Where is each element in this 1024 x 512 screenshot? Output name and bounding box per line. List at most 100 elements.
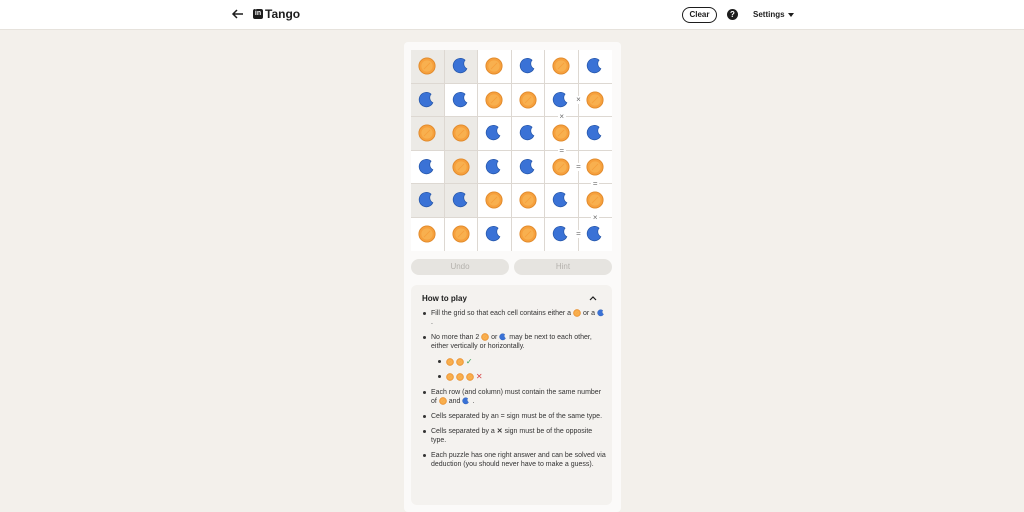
grid-cell[interactable] <box>411 150 445 184</box>
moon-icon <box>552 225 570 243</box>
sun-icon <box>438 397 447 405</box>
moon-icon <box>519 158 537 176</box>
how-to-play-title: How to play <box>422 294 467 303</box>
hint-button[interactable]: Hint <box>514 259 612 275</box>
grid-cell[interactable] <box>579 218 613 252</box>
sun-icon <box>418 57 436 75</box>
grid-cell[interactable] <box>511 50 545 84</box>
sun-icon <box>552 57 570 75</box>
sun-icon <box>485 91 503 109</box>
moon-icon <box>552 91 570 109</box>
grid-cell[interactable] <box>411 217 445 251</box>
check-icon: ✓ <box>465 357 473 366</box>
rules-list: Fill the grid so that each cell contains… <box>422 309 607 475</box>
moon-icon <box>485 225 503 243</box>
grid-cell[interactable] <box>545 217 579 251</box>
caret-down-icon <box>787 12 794 17</box>
grid-cell[interactable] <box>444 50 478 84</box>
rule-text: Each puzzle has one right answer and can… <box>431 452 606 468</box>
grid-cell[interactable] <box>411 83 445 117</box>
sun-icon <box>418 124 436 142</box>
grid-cell[interactable] <box>444 184 478 218</box>
how-to-play-panel: How to play Fill the grid so that each c… <box>411 285 612 505</box>
grid-cell[interactable] <box>478 50 512 84</box>
equal-sign-icon: = <box>574 162 583 172</box>
puzzle-grid: × × = = = × = <box>411 50 612 251</box>
page-title: Tango <box>265 7 301 21</box>
grid-cell[interactable] <box>545 150 579 184</box>
grid-cell[interactable] <box>511 83 545 117</box>
grid-cell[interactable] <box>511 117 545 151</box>
help-icon[interactable]: ? <box>727 9 738 20</box>
grid-cell[interactable] <box>578 84 612 117</box>
sun-icon <box>481 333 490 341</box>
sun-icon <box>452 225 470 243</box>
rule-text: and <box>448 398 461 405</box>
settings-menu[interactable]: Settings <box>753 10 794 20</box>
grid-cell[interactable] <box>511 184 545 218</box>
equal-sign-icon: = <box>591 179 600 188</box>
grid-cell[interactable] <box>512 217 545 251</box>
grid-cell[interactable] <box>478 217 512 251</box>
moon-icon <box>418 191 436 209</box>
cross-sign-icon: × <box>591 212 600 222</box>
moon-icon <box>586 225 604 243</box>
cross-sign-icon: × <box>557 112 566 121</box>
moon-icon <box>462 397 470 405</box>
moon-icon <box>485 158 503 176</box>
grid-cell[interactable] <box>411 184 445 218</box>
grid-cell[interactable] <box>545 184 579 218</box>
sun-icon <box>446 358 454 366</box>
rule-text: No more than 2 <box>431 334 480 341</box>
sun-icon <box>466 373 474 381</box>
moon-icon <box>586 124 604 142</box>
moon-icon <box>418 158 436 176</box>
moon-icon <box>552 191 570 209</box>
rule-text: Cells separated by a <box>431 428 495 435</box>
grid-cell[interactable] <box>444 150 478 184</box>
sun-icon <box>418 225 436 243</box>
grid-cell[interactable] <box>478 117 512 151</box>
rule-text: Fill the grid so that each cell contains… <box>431 310 572 317</box>
sun-icon <box>519 191 537 209</box>
rule-item: Cells separated by an = sign must be of … <box>422 412 607 421</box>
rule-item: Cells separated by a ✕ sign must be of t… <box>422 427 607 445</box>
sun-icon <box>452 158 470 176</box>
sun-icon <box>573 309 581 317</box>
moon-icon <box>452 91 470 109</box>
grid-cell[interactable] <box>545 50 579 84</box>
clear-button[interactable]: Clear <box>682 7 717 23</box>
rule-item: Each row (and column) must contain the s… <box>422 388 607 406</box>
moon-icon <box>499 333 507 341</box>
chevron-up-icon[interactable] <box>589 294 597 302</box>
cross-icon: ✕ <box>475 372 483 381</box>
grid-cell[interactable] <box>411 50 445 84</box>
moon-icon <box>452 191 470 209</box>
sun-icon <box>456 373 464 381</box>
moon-icon <box>519 57 537 75</box>
grid-cell[interactable] <box>445 217 478 251</box>
sun-icon <box>452 124 470 142</box>
equal-sign-icon: = <box>574 229 583 239</box>
settings-label: Settings <box>753 10 785 19</box>
rule-text: or a <box>582 310 596 317</box>
grid-cell[interactable] <box>478 150 512 184</box>
grid-cell[interactable] <box>444 117 478 151</box>
sun-icon <box>485 191 503 209</box>
undo-button[interactable]: Undo <box>411 259 509 275</box>
cross-sign-icon: ✕ <box>496 428 503 435</box>
grid-cell[interactable] <box>478 184 512 218</box>
grid-cell[interactable] <box>578 50 612 84</box>
grid-cell[interactable] <box>411 117 445 151</box>
example-invalid: ✕ <box>437 372 607 382</box>
back-arrow-icon[interactable] <box>231 7 245 21</box>
moon-icon <box>418 91 436 109</box>
grid-cell[interactable] <box>478 83 512 117</box>
example-valid: ✓ <box>437 357 607 367</box>
grid-cell[interactable] <box>444 83 478 117</box>
moon-icon <box>452 57 470 75</box>
sun-icon <box>456 358 464 366</box>
grid-cell[interactable] <box>511 150 545 184</box>
grid-cell[interactable] <box>578 117 612 151</box>
moon-icon <box>519 124 537 142</box>
